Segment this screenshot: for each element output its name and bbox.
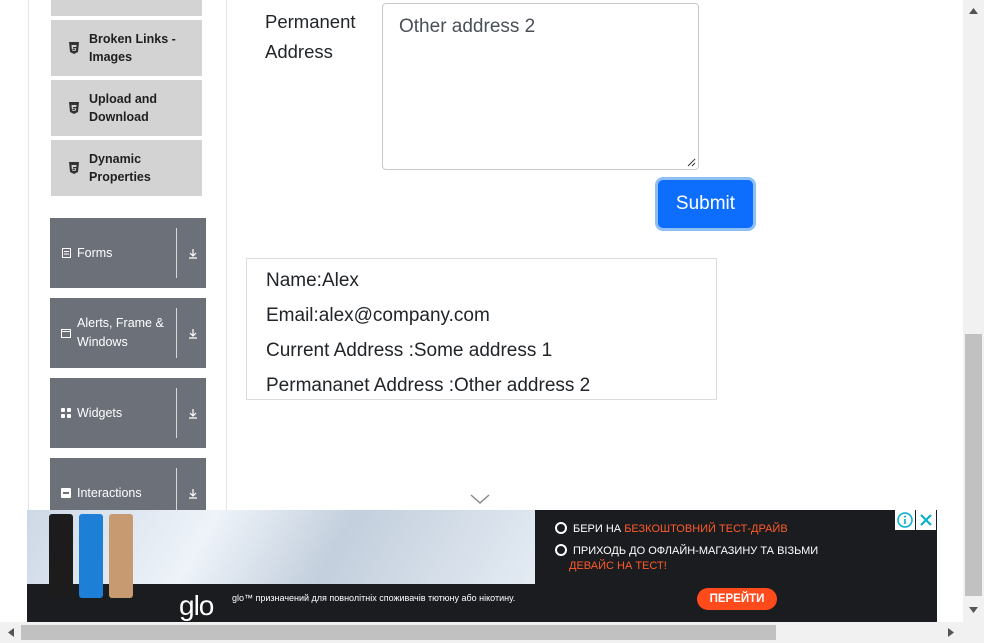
content-border <box>226 0 227 545</box>
permanent-address-field[interactable]: Other address 2 <box>382 3 699 170</box>
scroll-right-arrow-icon[interactable] <box>946 627 956 637</box>
sidebar-group-label: Alerts, Frame & Windows <box>77 316 164 349</box>
ad-bullet-2: ПРИХОДЬ ДО ОФЛАЙН-МАГАЗИНУ ТА ВІЗЬМИ ДЕВА… <box>555 544 818 574</box>
window-icon <box>61 328 71 338</box>
sidebar-item-label: Upload and Download <box>89 92 158 124</box>
divider <box>176 388 177 438</box>
html5-icon <box>69 102 79 114</box>
chevron-down-icon[interactable] <box>469 492 491 506</box>
ad-product-image <box>27 510 535 598</box>
output-current-address: Current Address :Some address 1 <box>266 340 553 361</box>
sidebar-item-label: Dynamic Properties <box>89 152 151 184</box>
permanent-address-label: Permanent Address <box>265 11 356 62</box>
resize-grip-icon[interactable] <box>686 157 696 167</box>
submit-button[interactable]: Submit <box>658 180 753 228</box>
widgets-icon <box>61 408 71 418</box>
sidebar-group-label: Widgets <box>77 405 123 420</box>
ad-cta-button[interactable]: ПЕРЕЙТИ <box>697 588 777 610</box>
divider <box>176 308 177 358</box>
sidebar-item-dynamic-properties[interactable]: Dynamic Properties <box>51 140 202 196</box>
sidebar-group-label: Forms <box>77 245 113 260</box>
output-permanent-address: Permananet Address :Other address 2 <box>266 375 591 396</box>
vertical-scroll-thumb[interactable] <box>965 334 982 596</box>
glo-logo: glo <box>179 590 214 621</box>
horizontal-scroll-thumb[interactable] <box>21 625 776 640</box>
output-panel: Name:Alex Email:alex@company.com Current… <box>246 258 717 400</box>
divider <box>176 228 177 278</box>
download-arrow-icon <box>180 298 206 368</box>
sidebar-group-label: Interactions <box>77 485 142 500</box>
output-email: Email:alex@company.com <box>266 305 490 326</box>
scroll-up-arrow-icon[interactable] <box>968 6 978 16</box>
ad-bullet-1: БЕРИ НА БЕЗКОШТОВНИЙ ТЕСТ-ДРАЙВ <box>555 522 788 537</box>
html5-icon <box>69 42 79 54</box>
ad-close-icon[interactable] <box>916 510 936 530</box>
sidebar-border <box>28 0 29 545</box>
interactions-icon <box>61 488 71 498</box>
sidebar-item-label: Broken Links - Images <box>89 32 176 64</box>
html5-icon <box>69 162 79 174</box>
download-arrow-icon <box>180 218 206 288</box>
sidebar-item-upload-download[interactable]: Upload and Download <box>51 80 202 136</box>
ad-disclaimer: glo™ призначений для повнолітніх спожива… <box>232 593 516 603</box>
sidebar-item-broken-links[interactable]: Broken Links - Images <box>51 20 202 76</box>
sidebar-group-forms[interactable]: Forms <box>50 218 206 288</box>
sidebar-group-widgets[interactable]: Widgets <box>50 378 206 448</box>
download-arrow-icon <box>180 378 206 448</box>
scroll-down-arrow-icon[interactable] <box>968 605 978 615</box>
sidebar-group-alerts[interactable]: Alerts, Frame & Windows <box>50 298 206 368</box>
scroll-left-arrow-icon[interactable] <box>6 627 16 637</box>
sidebar-item-previous[interactable] <box>51 0 202 16</box>
output-name: Name:Alex <box>266 270 359 291</box>
form-icon <box>61 248 71 258</box>
advertisement-banner[interactable]: БЕРИ НА БЕЗКОШТОВНИЙ ТЕСТ-ДРАЙВ ПРИХОДЬ … <box>27 510 937 622</box>
ad-info-icon[interactable] <box>895 510 915 530</box>
